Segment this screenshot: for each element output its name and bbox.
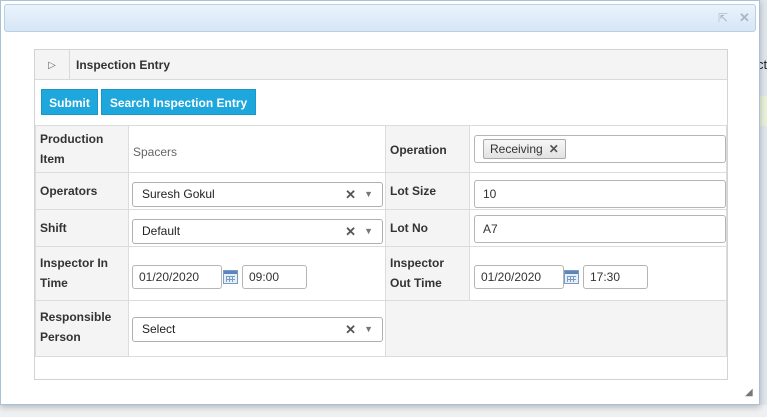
- shift-cell: Default ✕ ▼: [128, 209, 386, 247]
- inspector-in-time-label-line1: Inspector In: [40, 256, 109, 270]
- resize-handle-icon[interactable]: ◢: [745, 387, 753, 398]
- inspector-out-time-cell: 01/20/2020 17:30: [469, 246, 727, 301]
- out-time-input[interactable]: 17:30: [583, 265, 648, 289]
- operation-cell: Receiving ✕: [469, 125, 727, 173]
- operation-tag: Receiving ✕: [483, 139, 566, 159]
- lot-size-label: Lot Size: [385, 172, 470, 210]
- responsible-person-cell: Select ✕ ▼: [128, 300, 386, 357]
- production-item-label: Production Item: [35, 125, 129, 173]
- responsible-person-label-line1: Responsible: [40, 310, 112, 324]
- out-date-input[interactable]: 01/20/2020: [474, 265, 564, 289]
- calendar-icon[interactable]: [223, 270, 238, 284]
- lot-no-label-text: Lot No: [390, 221, 428, 235]
- lot-no-input[interactable]: A7: [474, 215, 726, 243]
- shift-select[interactable]: Default ✕ ▼: [132, 219, 383, 244]
- lot-size-cell: 10: [469, 172, 727, 210]
- background-page-bottom: [0, 405, 767, 417]
- shift-label: Shift: [35, 209, 129, 247]
- inspector-out-time-label-line2: Out Time: [390, 276, 442, 290]
- production-item-label-line2: Item: [40, 152, 65, 166]
- production-item-cell: Spacers: [128, 125, 386, 173]
- empty-cell: [385, 300, 727, 357]
- panel-header: ▷ Inspection Entry: [35, 50, 727, 80]
- chevron-down-icon[interactable]: ▼: [364, 220, 373, 243]
- responsible-person-label-line2: Person: [40, 330, 81, 344]
- lot-size-label-text: Lot Size: [390, 184, 437, 198]
- submit-button[interactable]: Submit: [41, 89, 98, 115]
- lot-no-label: Lot No: [385, 209, 470, 247]
- remove-tag-icon[interactable]: ✕: [549, 142, 559, 156]
- popout-icon[interactable]: ⇱: [718, 12, 728, 24]
- calendar-icon[interactable]: [564, 270, 579, 284]
- operators-label-text: Operators: [40, 184, 98, 198]
- operation-multiselect[interactable]: Receiving ✕: [474, 135, 726, 163]
- shift-select-value: Default: [142, 224, 181, 238]
- inspector-in-time-cell: 01/20/2020 09:00: [128, 246, 386, 301]
- search-inspection-entry-button[interactable]: Search Inspection Entry: [101, 89, 256, 115]
- clear-icon[interactable]: ✕: [345, 220, 356, 243]
- panel-title: Inspection Entry: [76, 58, 171, 72]
- inspection-entry-panel: ▷ Inspection Entry Submit Search Inspect…: [34, 49, 728, 380]
- operators-label: Operators: [35, 172, 129, 210]
- in-time-input[interactable]: 09:00: [242, 265, 307, 289]
- close-icon[interactable]: ✕: [739, 11, 750, 24]
- in-date-input[interactable]: 01/20/2020: [132, 265, 222, 289]
- operation-label: Operation: [385, 125, 470, 173]
- lot-no-cell: A7: [469, 209, 727, 247]
- chevron-down-icon[interactable]: ▼: [364, 183, 373, 206]
- operators-select-value: Suresh Gokul: [142, 187, 215, 201]
- lot-size-input[interactable]: 10: [474, 180, 726, 208]
- clear-icon[interactable]: ✕: [345, 318, 356, 341]
- shift-label-text: Shift: [40, 221, 67, 235]
- clear-icon[interactable]: ✕: [345, 183, 356, 206]
- responsible-person-label: Responsible Person: [35, 300, 129, 357]
- collapse-arrow-icon[interactable]: ▷: [35, 50, 70, 80]
- inspector-out-time-label-line1: Inspector: [390, 256, 445, 270]
- production-item-value: Spacers: [133, 145, 178, 159]
- production-item-label-line1: Production: [40, 132, 104, 146]
- operators-cell: Suresh Gokul ✕ ▼: [128, 172, 386, 210]
- operation-label-text: Operation: [390, 143, 447, 157]
- chevron-down-icon[interactable]: ▼: [364, 318, 373, 341]
- responsible-person-select-value: Select: [142, 322, 176, 336]
- inspector-out-time-label: Inspector Out Time: [385, 246, 470, 301]
- responsible-person-select[interactable]: Select ✕ ▼: [132, 317, 383, 342]
- dialog-titlebar[interactable]: ⇱ ✕: [4, 4, 756, 32]
- operators-select[interactable]: Suresh Gokul ✕ ▼: [132, 182, 383, 207]
- inspector-in-time-label-line2: Time: [40, 276, 68, 290]
- inspection-dialog: ⇱ ✕ ▷ Inspection Entry Submit Search Ins…: [0, 0, 760, 405]
- operation-tag-label: Receiving: [490, 142, 543, 156]
- inspector-in-time-label: Inspector In Time: [35, 246, 129, 301]
